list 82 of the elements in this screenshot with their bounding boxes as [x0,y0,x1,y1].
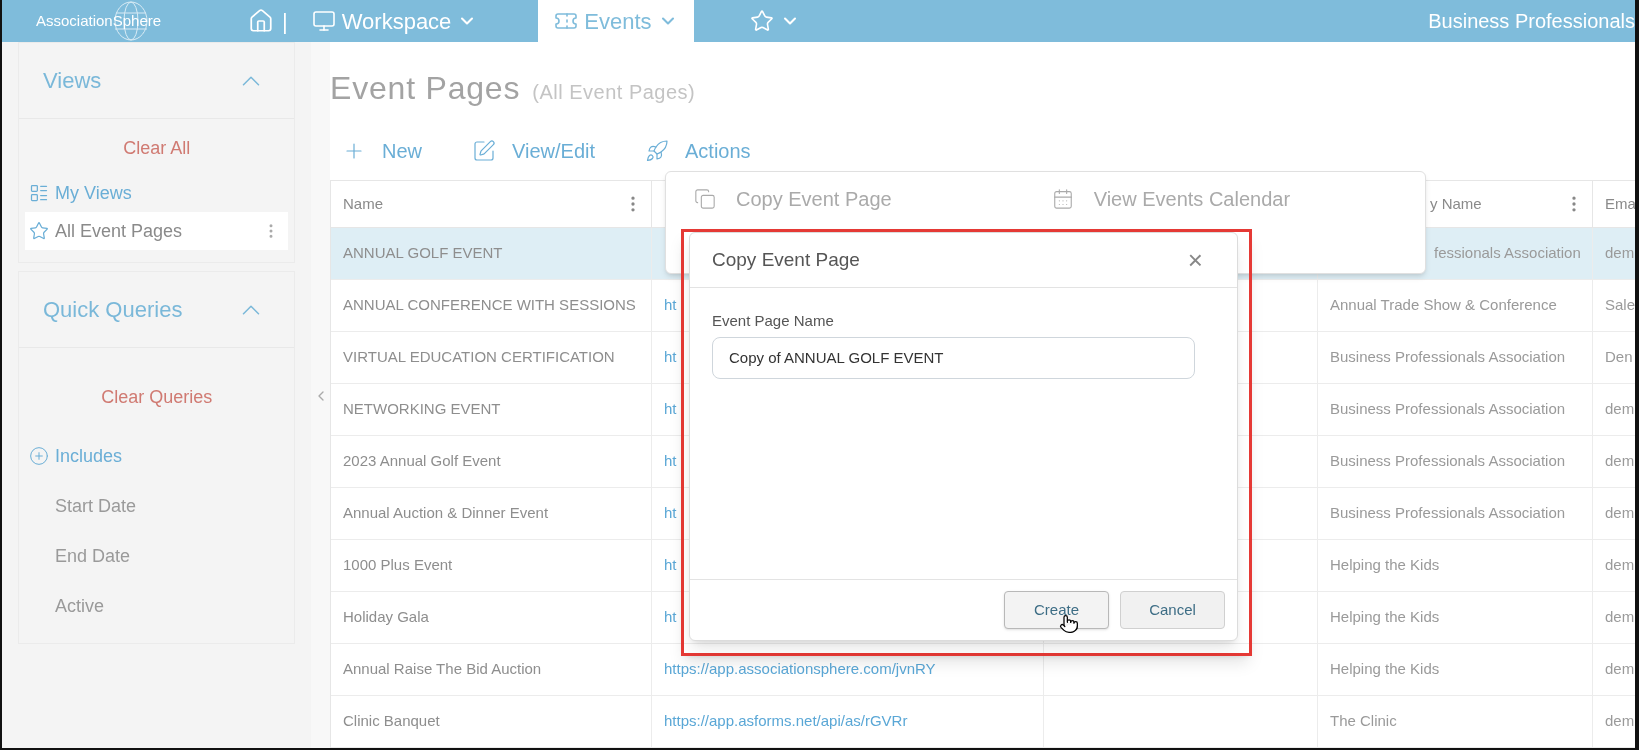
nav-tab[interactable]: Events [538,0,694,42]
table-cell-text: NETWORKING EVENT [343,399,501,420]
url-link[interactable]: https://app.asforms.net/api/as/rGVRr [664,710,908,733]
url-link[interactable]: ht [664,554,677,577]
url-link[interactable]: ht [664,294,677,317]
table-cell-text: Clinic Banquet [343,711,440,732]
table-cell-text: ANNUAL CONFERENCE WITH SESSIONS [343,295,636,316]
table-cell-text: Helping the Kids [1330,555,1440,576]
table-cell-text: Holiday Gala [343,607,429,628]
nav-separator: | [282,7,288,36]
table-cell-text: fessionals Association [1434,243,1581,264]
logo-text[interactable]: AssociationSphere [36,9,162,33]
table-cell-text: ANNUAL GOLF EVENT [343,243,503,264]
table-cell-text: 1000 Plus Event [343,555,453,576]
toolbar-button[interactable]: View/Edit [472,136,596,166]
views-list-icon [29,183,49,203]
calendar-icon [1051,188,1074,210]
sidebar-item[interactable]: Includes [25,431,289,481]
table-cell-text: 2023 Annual Golf Event [343,451,501,472]
column-header[interactable]: Ema [1605,192,1635,216]
table-cell-text: Helping the Kids [1330,607,1440,628]
url-link[interactable]: ht [664,450,677,473]
column-header[interactable]: y Name [1430,192,1482,216]
home-icon[interactable] [248,8,274,34]
toolbar-button[interactable]: Actions [645,136,751,166]
edit-icon [472,139,496,163]
table-cell-text: Annual Auction & Dinner Event [343,503,549,524]
table-row[interactable]: Clinic Banquet https://app.asforms.net/api/as/rGVRr The Clinic dem [331,696,1635,748]
menu-item[interactable]: Copy Event Page [694,184,892,214]
table-cell-text: dem [1605,659,1635,680]
field-label: Event Page Name [712,311,835,331]
organization-name[interactable]: Business Professionals [1428,6,1635,36]
table-cell-text: Business Professionals Association [1330,399,1566,420]
rocket-icon [645,139,670,163]
panel-title[interactable]: Views [43,64,102,97]
sidebar-item[interactable]: Active [25,581,289,631]
table-cell-text: Helping the Kids [1330,659,1440,680]
table-cell-text: Business Professionals Association [1330,451,1566,472]
menu-item[interactable]: View Events Calendar [1051,184,1291,214]
dialog-title: Copy Event Page [712,247,860,272]
table-cell-text: Annual Raise The Bid Auction [343,659,542,680]
table-cell-text: VIRTUAL EDUCATION CERTIFICATION [343,347,615,368]
table-row[interactable]: Annual Raise The Bid Auction https://app.associationsphere.com/jvnRY Helping the Kids dem [331,644,1635,696]
table-cell-text: dem [1605,451,1635,472]
star-icon [749,9,774,33]
clear-link[interactable]: Clear Queries [101,384,213,411]
table-cell-text: dem [1605,243,1635,264]
table-cell-text: Den [1605,347,1633,368]
table-cell-text: dem [1605,555,1635,576]
event-page-name-field[interactable]: Copy of ANNUAL GOLF EVENT [712,336,1195,379]
sidebar-item[interactable]: My Views [25,174,289,212]
panel-title[interactable]: Quick Queries [43,293,183,326]
url-link[interactable]: ht [664,398,677,421]
add-circle-icon [29,446,49,466]
star-icon [29,221,49,241]
table-cell-text: The Clinic [1330,711,1397,732]
table-cell-text: Sale [1605,295,1635,316]
column-header[interactable]: Name [343,192,383,216]
table-cell-text: Business Professionals Association [1330,347,1566,368]
nav-tab[interactable]: Workspace [295,0,494,42]
copy-icon [694,188,716,210]
sidebar-item[interactable]: End Date [25,531,289,581]
table-cell-text: Annual Trade Show & Conference [1330,295,1557,316]
clear-link[interactable]: Clear All [123,135,191,162]
url-link[interactable]: ht [664,346,677,369]
table-cell-text: dem [1605,399,1635,420]
monitor-icon [311,9,336,33]
table-cell-text: dem [1605,711,1635,732]
page-title: Event Pages [330,69,521,108]
table-cell-text: dem [1605,503,1635,524]
table-cell-text: Business Professionals Association [1330,503,1566,524]
hand-cursor-icon [1059,614,1079,634]
close-button[interactable]: × [1187,247,1215,273]
dialog-button[interactable]: Cancel [1120,591,1225,629]
url-link[interactable]: https://app.associationsphere.com/jvnRY [664,658,936,681]
toolbar-button[interactable]: New [342,136,422,166]
page-subtitle: (All Event Pages) [532,80,696,105]
table-cell-text: dem [1605,607,1635,628]
sidebar-item[interactable]: All Event Pages [25,212,289,250]
url-link[interactable]: ht [664,606,677,629]
sidebar-item[interactable]: Start Date [25,481,289,531]
url-link[interactable]: ht [664,502,677,525]
